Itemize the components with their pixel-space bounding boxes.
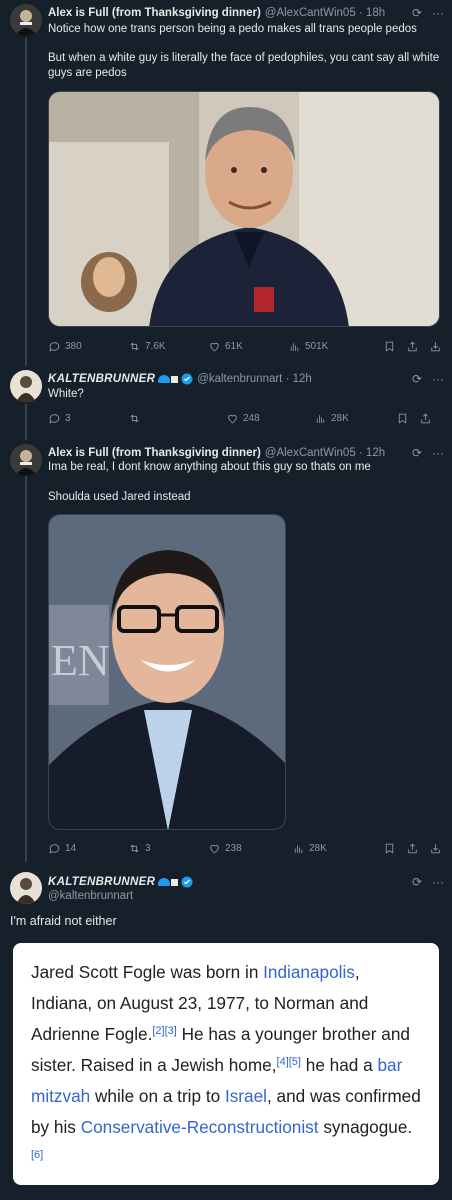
views-button[interactable]: 501K xyxy=(288,340,370,353)
grok-icon[interactable]: ⟳ xyxy=(412,6,422,20)
wiki-text: while on a trip to xyxy=(90,1086,225,1106)
avatar[interactable] xyxy=(10,4,42,36)
tweet[interactable]: Alex is Full (from Thanksgiving dinner) … xyxy=(0,442,452,860)
wiki-link[interactable]: Indianapolis xyxy=(263,962,355,982)
tweet-text-line: Shoulda used Jared instead xyxy=(48,491,191,503)
download-icon[interactable] xyxy=(429,340,442,353)
reply-button[interactable]: 380 xyxy=(48,340,128,353)
display-name[interactable]: Alex is Full (from Thanksgiving dinner) xyxy=(48,447,261,459)
wiki-link[interactable]: Conservative-Reconstructionist xyxy=(81,1117,319,1137)
avatar[interactable] xyxy=(10,444,42,476)
like-count: 238 xyxy=(225,842,242,854)
reply-button[interactable]: 14 xyxy=(48,842,128,855)
reply-icon xyxy=(49,341,60,352)
handle[interactable]: @kaltenbrunnart · 12h xyxy=(197,373,312,385)
reply-count: 380 xyxy=(65,340,82,352)
views-count: 28K xyxy=(309,842,327,854)
bookmark-icon[interactable] xyxy=(396,412,409,425)
avatar[interactable] xyxy=(10,370,42,402)
wiki-text: he had a xyxy=(300,1055,378,1075)
handle[interactable]: @kaltenbrunnart xyxy=(48,889,442,904)
tweet[interactable]: Alex is Full (from Thanksgiving dinner) … xyxy=(0,0,452,360)
wiki-citation[interactable]: [2][3] xyxy=(152,1025,176,1037)
wiki-link[interactable]: Israel xyxy=(225,1086,267,1106)
verified-icon xyxy=(181,876,193,888)
verified-icon xyxy=(181,373,193,385)
grok-icon[interactable]: ⟳ xyxy=(412,372,422,386)
retweet-icon xyxy=(130,414,139,422)
wikipedia-excerpt-image[interactable]: Jared Scott Fogle was born in Indianapol… xyxy=(13,943,439,1185)
views-icon xyxy=(294,844,303,853)
svg-text:EN: EN xyxy=(51,636,110,685)
bookmark-icon[interactable] xyxy=(383,842,396,855)
like-icon xyxy=(210,844,219,853)
display-name[interactable]: KALTENBRUNNER xyxy=(48,876,155,888)
grok-icon[interactable]: ⟳ xyxy=(412,446,422,460)
more-icon[interactable]: ··· xyxy=(432,446,444,460)
like-count: 248 xyxy=(243,412,260,424)
share-icon[interactable] xyxy=(406,340,419,353)
tweet[interactable]: KALTENBRUNNER @kaltenbrunnart · 12h ⟳ ··… xyxy=(0,368,452,438)
like-button[interactable]: 248 xyxy=(226,412,314,425)
views-icon xyxy=(290,342,299,351)
retweet-button[interactable] xyxy=(128,412,226,425)
wiki-citation[interactable]: [6] xyxy=(31,1149,43,1161)
share-icon[interactable] xyxy=(419,412,432,425)
retweet-button[interactable]: 7.6K xyxy=(128,340,208,353)
like-icon xyxy=(228,414,237,423)
retweet-count: 3 xyxy=(145,842,151,854)
wiki-text: synagogue. xyxy=(318,1117,413,1137)
more-icon[interactable]: ··· xyxy=(432,6,444,20)
tweet-text-line: But when a white guy is literally the fa… xyxy=(48,52,440,79)
like-button[interactable]: 61K xyxy=(208,340,288,353)
reply-count: 3 xyxy=(65,412,71,424)
views-button[interactable]: 28K xyxy=(314,412,396,425)
display-name[interactable]: KALTENBRUNNER xyxy=(48,373,155,385)
reply-icon xyxy=(49,413,60,424)
download-icon[interactable] xyxy=(429,842,442,855)
emoji-badge xyxy=(158,878,179,886)
views-count: 28K xyxy=(331,412,349,424)
like-button[interactable]: 238 xyxy=(208,842,292,855)
retweet-icon xyxy=(130,844,139,852)
share-icon[interactable] xyxy=(406,842,419,855)
retweet-icon xyxy=(130,342,139,350)
grok-icon[interactable]: ⟳ xyxy=(412,875,422,889)
reply-button[interactable]: 3 xyxy=(48,412,128,425)
wiki-citation[interactable]: [4][5] xyxy=(277,1056,301,1068)
retweet-button[interactable]: 3 xyxy=(128,842,208,855)
like-icon xyxy=(210,342,219,351)
emoji-badge xyxy=(158,375,179,383)
tweet-text-line: Notice how one trans person being a pedo… xyxy=(48,23,417,35)
reply-icon xyxy=(49,843,60,854)
display-name[interactable]: Alex is Full (from Thanksgiving dinner) xyxy=(48,7,261,19)
reply-count: 14 xyxy=(65,842,77,854)
tweet-text: I'm afraid not either xyxy=(10,914,117,928)
tweet-image[interactable]: EN xyxy=(48,514,286,830)
tweet-image[interactable] xyxy=(48,91,440,327)
views-count: 501K xyxy=(305,340,329,352)
handle[interactable]: @AlexCantWin05 · 12h xyxy=(265,447,385,459)
bookmark-icon[interactable] xyxy=(383,340,396,353)
tweet-text: Notice how one trans person being a pedo… xyxy=(48,22,442,81)
wiki-text: Jared Scott Fogle was born in xyxy=(31,962,264,982)
more-icon[interactable]: ··· xyxy=(432,875,444,889)
retweet-count: 7.6K xyxy=(145,340,166,352)
more-icon[interactable]: ··· xyxy=(432,372,444,386)
handle[interactable]: @AlexCantWin05 · 18h xyxy=(265,7,385,19)
views-icon xyxy=(316,414,325,423)
avatar[interactable] xyxy=(10,872,42,904)
views-button[interactable]: 28K xyxy=(292,842,372,855)
tweet-text-line: Ima be real, I dont know anything about … xyxy=(48,461,371,473)
like-count: 61K xyxy=(225,340,243,352)
tweet-text: White? xyxy=(48,388,84,400)
